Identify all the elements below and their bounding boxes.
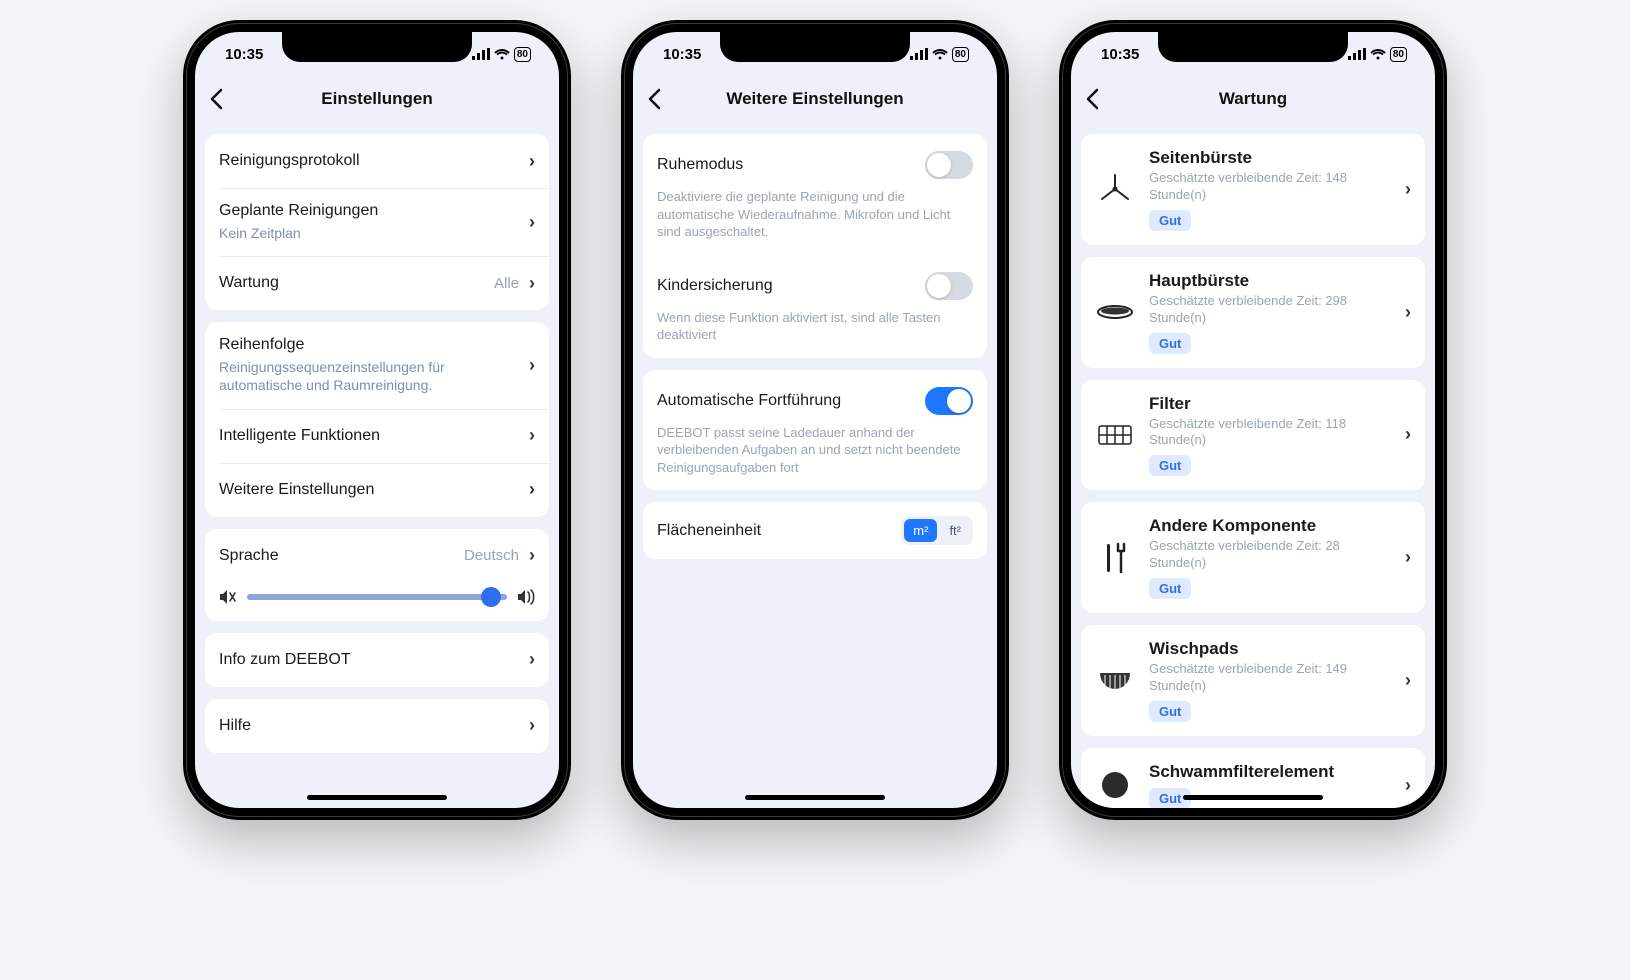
back-button[interactable] bbox=[647, 88, 661, 110]
chevron-right-icon: › bbox=[1405, 179, 1411, 200]
main-brush-icon bbox=[1095, 292, 1135, 332]
auto-resume-description: DEEBOT passt seine Ladedauer anhand der … bbox=[643, 424, 987, 491]
status-time: 10:35 bbox=[663, 46, 701, 63]
back-button[interactable] bbox=[1085, 88, 1099, 110]
unit-option-m2[interactable]: m² bbox=[904, 519, 937, 542]
status-badge: Gut bbox=[1149, 578, 1191, 599]
chevron-right-icon: › bbox=[1405, 302, 1411, 323]
row-maintenance[interactable]: Wartung Alle › bbox=[205, 256, 549, 310]
area-unit-segmented[interactable]: m² ft² bbox=[901, 516, 973, 545]
phone-settings: 10:35 80 Einstellungen bbox=[183, 20, 571, 820]
chevron-right-icon: › bbox=[1405, 547, 1411, 568]
home-indicator[interactable] bbox=[745, 795, 885, 800]
signal-icon bbox=[910, 48, 928, 60]
wifi-icon bbox=[494, 48, 510, 60]
toggle-child-lock[interactable] bbox=[925, 272, 973, 300]
notch bbox=[282, 32, 472, 62]
chevron-right-icon: › bbox=[529, 545, 535, 566]
volume-mute-icon bbox=[219, 589, 237, 605]
mop-pad-icon bbox=[1095, 661, 1135, 701]
maintenance-item-side-brush[interactable]: Seitenbürste Geschätzte verbleibende Zei… bbox=[1081, 134, 1425, 245]
row-sleep-mode: Ruhemodus bbox=[643, 134, 987, 188]
child-lock-description: Wenn diese Funktion aktiviert ist, sind … bbox=[643, 309, 987, 358]
volume-slider[interactable] bbox=[247, 594, 507, 600]
chevron-right-icon: › bbox=[529, 273, 535, 294]
chevron-right-icon: › bbox=[529, 649, 535, 670]
row-about-deebot[interactable]: Info zum DEEBOT › bbox=[205, 633, 549, 687]
battery-icon: 80 bbox=[1390, 47, 1407, 62]
signal-icon bbox=[1348, 48, 1366, 60]
phone-more-settings: 10:35 80 Weitere Einstellungen Ruhemodus… bbox=[621, 20, 1009, 820]
row-help[interactable]: Hilfe › bbox=[205, 699, 549, 753]
phone-maintenance: 10:35 80 Wartung Seitenbürste Geschätz bbox=[1059, 20, 1447, 820]
notch bbox=[720, 32, 910, 62]
filter-icon bbox=[1095, 415, 1135, 455]
page-title: Weitere Einstellungen bbox=[726, 89, 903, 109]
toggle-auto-resume[interactable] bbox=[925, 387, 973, 415]
status-time: 10:35 bbox=[225, 46, 263, 63]
status-badge: Gut bbox=[1149, 333, 1191, 354]
notch bbox=[1158, 32, 1348, 62]
slider-thumb[interactable] bbox=[481, 587, 501, 607]
side-brush-icon bbox=[1095, 169, 1135, 209]
status-badge: Gut bbox=[1149, 701, 1191, 722]
row-area-unit: Flächeneinheit m² ft² bbox=[643, 502, 987, 559]
chevron-right-icon: › bbox=[1405, 424, 1411, 445]
tools-icon bbox=[1095, 538, 1135, 578]
row-language[interactable]: Sprache Deutsch › bbox=[205, 529, 549, 583]
toggle-sleep-mode[interactable] bbox=[925, 151, 973, 179]
home-indicator[interactable] bbox=[307, 795, 447, 800]
row-auto-resume: Automatische Fortführung bbox=[643, 370, 987, 424]
row-order[interactable]: Reihenfolge Reinigungssequenzeinstellung… bbox=[205, 322, 549, 408]
battery-icon: 80 bbox=[952, 47, 969, 62]
chevron-right-icon: › bbox=[1405, 670, 1411, 691]
chevron-right-icon: › bbox=[1405, 775, 1411, 796]
wifi-icon bbox=[1370, 48, 1386, 60]
signal-icon bbox=[472, 48, 490, 60]
chevron-right-icon: › bbox=[529, 425, 535, 446]
status-badge: Gut bbox=[1149, 210, 1191, 231]
chevron-right-icon: › bbox=[529, 479, 535, 500]
page-title: Wartung bbox=[1219, 89, 1287, 109]
chevron-right-icon: › bbox=[529, 355, 535, 376]
chevron-right-icon: › bbox=[529, 212, 535, 233]
maintenance-item-filter[interactable]: Filter Geschätzte verbleibende Zeit: 118… bbox=[1081, 380, 1425, 491]
maintenance-item-main-brush[interactable]: Hauptbürste Geschätzte verbleibende Zeit… bbox=[1081, 257, 1425, 368]
volume-high-icon bbox=[517, 589, 535, 605]
status-time: 10:35 bbox=[1101, 46, 1139, 63]
row-child-lock: Kindersicherung bbox=[643, 255, 987, 309]
wifi-icon bbox=[932, 48, 948, 60]
sponge-filter-icon bbox=[1095, 765, 1135, 805]
battery-icon: 80 bbox=[514, 47, 531, 62]
row-scheduled-cleaning[interactable]: Geplante Reinigungen Kein Zeitplan › bbox=[205, 188, 549, 256]
maintenance-item-mop-pads[interactable]: Wischpads Geschätzte verbleibende Zeit: … bbox=[1081, 625, 1425, 736]
row-more-settings[interactable]: Weitere Einstellungen › bbox=[205, 463, 549, 517]
row-volume bbox=[205, 583, 549, 621]
unit-option-ft2[interactable]: ft² bbox=[940, 519, 970, 542]
page-title: Einstellungen bbox=[321, 89, 432, 109]
back-button[interactable] bbox=[209, 88, 223, 110]
home-indicator[interactable] bbox=[1183, 795, 1323, 800]
maintenance-item-other[interactable]: Andere Komponente Geschätzte verbleibend… bbox=[1081, 502, 1425, 613]
chevron-right-icon: › bbox=[529, 715, 535, 736]
chevron-right-icon: › bbox=[529, 151, 535, 172]
status-badge: Gut bbox=[1149, 455, 1191, 476]
row-smart-functions[interactable]: Intelligente Funktionen › bbox=[205, 409, 549, 463]
sleep-mode-description: Deaktiviere die geplante Reinigung und d… bbox=[643, 188, 987, 255]
row-cleaning-log[interactable]: Reinigungsprotokoll › bbox=[205, 134, 549, 188]
